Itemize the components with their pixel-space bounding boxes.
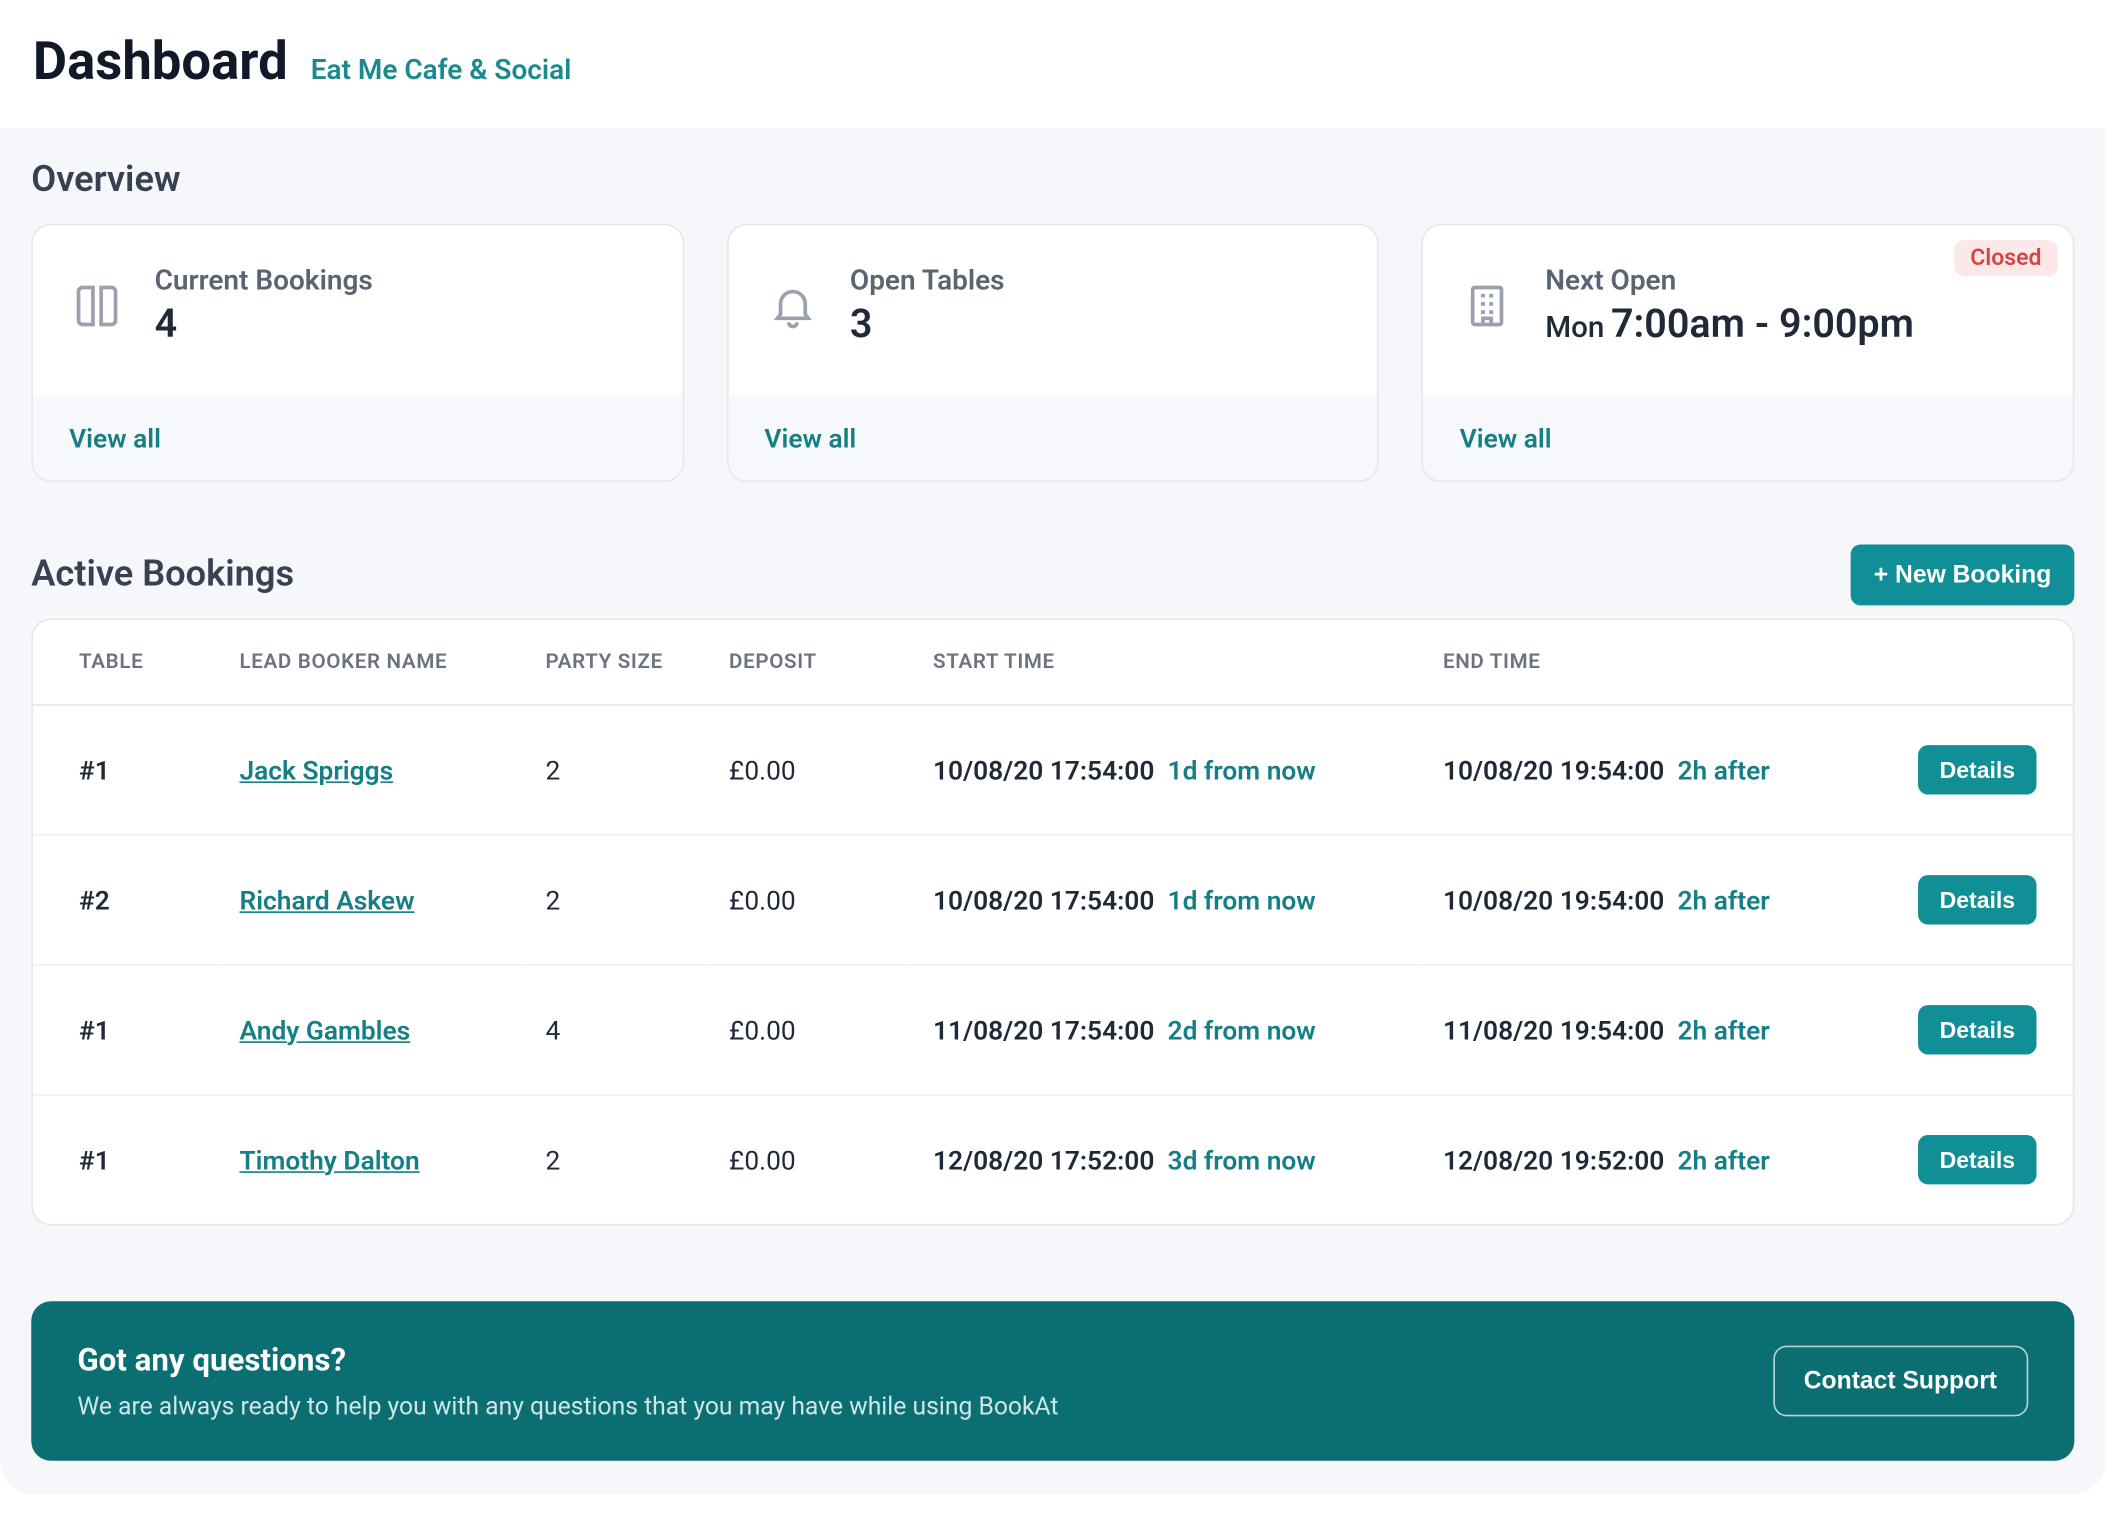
building-icon (1460, 278, 1516, 334)
table-row: #2 Richard Askew 2£0.00 10/08/20 17:54:00 1d… (33, 835, 2073, 965)
lead-booker-link[interactable]: Jack Spriggs (240, 754, 394, 785)
details-button[interactable]: Details (1918, 1135, 2036, 1184)
table-row: #1 Jack Spriggs 2£0.00 10/08/20 17:54:00 1d … (33, 705, 2073, 835)
bookings-table: TABLE LEAD BOOKER NAME PARTY SIZE DEPOSI… (31, 619, 2074, 1226)
card-value: Mon7:00am - 9:00pm (1545, 301, 1914, 347)
card-value: 4 (155, 301, 373, 347)
book-icon (69, 278, 125, 334)
end-time-rel: 2h after (1677, 884, 1769, 915)
card-open-tables: Open Tables 3 View all (727, 224, 1380, 482)
end-time: 11/08/20 19:54:00 (1443, 1014, 1664, 1045)
col-table: TABLE (33, 620, 217, 705)
cell-table: #1 (33, 965, 217, 1095)
page-title: Dashboard (33, 30, 288, 93)
view-all-link[interactable]: View all (69, 423, 161, 454)
card-label: Next Open (1545, 265, 1914, 298)
end-time: 10/08/20 19:54:00 (1443, 884, 1664, 915)
card-next-open: Closed Next Open Mon7:00am - 9:00pm View… (1422, 224, 2075, 482)
end-time: 10/08/20 19:54:00 (1443, 754, 1664, 785)
view-all-link[interactable]: View all (764, 423, 856, 454)
details-button[interactable]: Details (1918, 875, 2036, 924)
page-header: Dashboard Eat Me Cafe & Social (0, 0, 2106, 130)
end-time-rel: 2h after (1677, 754, 1769, 785)
col-lead-booker: LEAD BOOKER NAME (216, 620, 522, 705)
bell-icon (764, 278, 820, 334)
view-all-link[interactable]: View all (1460, 423, 1552, 454)
lead-booker-link[interactable]: Richard Askew (240, 884, 415, 915)
cell-table: #1 (33, 1095, 217, 1224)
next-open-day: Mon (1545, 311, 1604, 346)
cell-party-size: 4 (522, 965, 706, 1095)
start-time-rel: 1d from now (1168, 884, 1316, 915)
end-time-rel: 2h after (1677, 1014, 1769, 1045)
col-party-size: PARTY SIZE (522, 620, 706, 705)
start-time-rel: 3d from now (1168, 1144, 1316, 1175)
start-time-rel: 2d from now (1168, 1014, 1316, 1045)
overview-title: Overview (31, 160, 2074, 201)
card-label: Open Tables (850, 265, 1005, 298)
table-row: #1 Andy Gambles 4£0.00 11/08/20 17:54:00 2d … (33, 965, 2073, 1095)
cell-deposit: £0.00 (706, 1095, 910, 1224)
card-value: 3 (850, 301, 1005, 347)
cell-party-size: 2 (522, 1095, 706, 1224)
start-time: 11/08/20 17:54:00 (933, 1014, 1154, 1045)
card-label: Current Bookings (155, 265, 373, 298)
support-banner: Got any questions? We are always ready t… (31, 1301, 2074, 1461)
support-subtitle: We are always ready to help you with any… (77, 1392, 1058, 1422)
overview-cards: Current Bookings 4 View all Open Tables (31, 224, 2074, 482)
cell-table: #1 (33, 705, 217, 835)
lead-booker-link[interactable]: Andy Gambles (240, 1014, 411, 1045)
start-time: 10/08/20 17:54:00 (933, 754, 1154, 785)
cell-table: #2 (33, 835, 217, 965)
cell-party-size: 2 (522, 835, 706, 965)
end-time-rel: 2h after (1677, 1144, 1769, 1175)
lead-booker-link[interactable]: Timothy Dalton (240, 1144, 420, 1175)
details-button[interactable]: Details (1918, 745, 2036, 794)
cell-deposit: £0.00 (706, 965, 910, 1095)
col-start-time: START TIME (910, 620, 1420, 705)
cell-deposit: £0.00 (706, 705, 910, 835)
start-time-rel: 1d from now (1168, 754, 1316, 785)
status-badge: Closed (1954, 240, 2058, 276)
cell-party-size: 2 (522, 705, 706, 835)
start-time: 10/08/20 17:54:00 (933, 884, 1154, 915)
contact-support-button[interactable]: Contact Support (1772, 1346, 2028, 1417)
card-current-bookings: Current Bookings 4 View all (31, 224, 684, 482)
next-open-hours: 7:00am - 9:00pm (1611, 301, 1914, 347)
cell-deposit: £0.00 (706, 835, 910, 965)
start-time: 12/08/20 17:52:00 (933, 1144, 1154, 1175)
venue-name: Eat Me Cafe & Social (311, 54, 572, 87)
details-button[interactable]: Details (1918, 1005, 2036, 1054)
col-deposit: DEPOSIT (706, 620, 910, 705)
table-row: #1 Timothy Dalton 2£0.00 12/08/20 17:52:00 3… (33, 1095, 2073, 1224)
end-time: 12/08/20 19:52:00 (1443, 1144, 1664, 1175)
active-bookings-title: Active Bookings (31, 554, 294, 595)
support-title: Got any questions? (77, 1341, 1058, 1379)
new-booking-button[interactable]: + New Booking (1851, 544, 2075, 605)
col-end-time: END TIME (1420, 620, 1889, 705)
